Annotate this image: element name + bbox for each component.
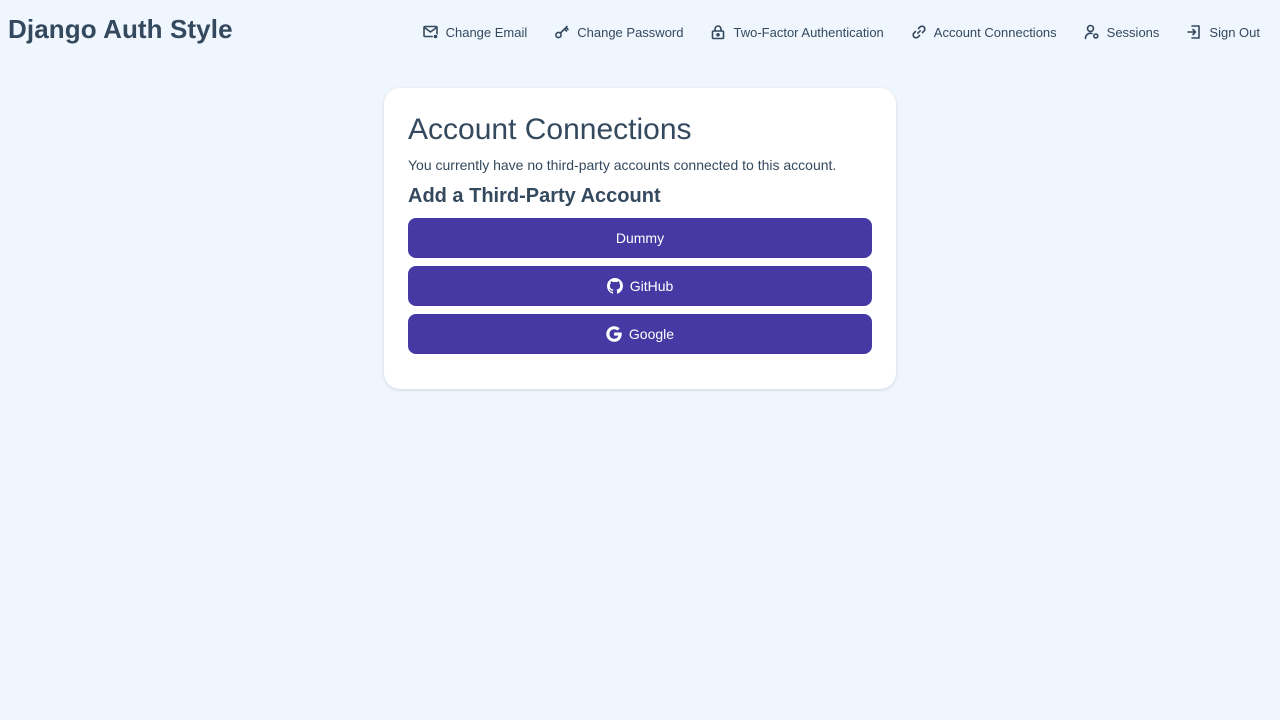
add-account-heading: Add a Third-Party Account <box>408 185 661 207</box>
provider-list: Dummy GitHub Google <box>408 218 872 354</box>
nav-label: Sign Out <box>1209 24 1260 40</box>
nav-change-email[interactable]: Change Email <box>422 21 528 43</box>
nav-label: Account Connections <box>933 24 1057 40</box>
nav-account-connections[interactable]: Account Connections <box>911 21 1057 43</box>
google-provider-button[interactable]: Google <box>408 314 872 354</box>
top-navbar: Django Auth Style Change Email Change Pa… <box>0 0 1280 64</box>
account-connections-card: Account Connections You currently have n… <box>384 88 896 389</box>
page-title: Account Connections <box>408 113 692 146</box>
nav-two-factor[interactable]: Two-Factor Authentication <box>710 21 884 43</box>
google-icon <box>606 326 622 342</box>
lock-icon <box>710 24 726 40</box>
github-provider-button[interactable]: GitHub <box>408 266 872 306</box>
github-icon <box>606 278 623 294</box>
brand-title[interactable]: Django Auth Style <box>8 14 233 45</box>
nav-label: Sessions <box>1106 24 1160 40</box>
user-gear-icon <box>1084 24 1100 40</box>
link-icon <box>911 24 927 40</box>
no-connections-message: You currently have no third-party accoun… <box>408 157 837 173</box>
main-nav: Change Email Change Password Two-Factor … <box>422 21 1260 43</box>
provider-label: Dummy <box>615 230 665 246</box>
nav-label: Change Password <box>577 24 684 40</box>
mail-icon <box>422 24 439 40</box>
provider-label: GitHub <box>629 278 674 294</box>
nav-label: Change Email <box>445 24 528 40</box>
sign-out-icon <box>1186 24 1202 40</box>
nav-sign-out[interactable]: Sign Out <box>1186 21 1260 43</box>
nav-sessions[interactable]: Sessions <box>1084 21 1160 43</box>
provider-label: Google <box>628 326 675 342</box>
nav-change-password[interactable]: Change Password <box>554 21 683 43</box>
nav-label: Two-Factor Authentication <box>733 24 884 40</box>
key-icon <box>554 24 570 40</box>
dummy-provider-button[interactable]: Dummy <box>408 218 872 258</box>
